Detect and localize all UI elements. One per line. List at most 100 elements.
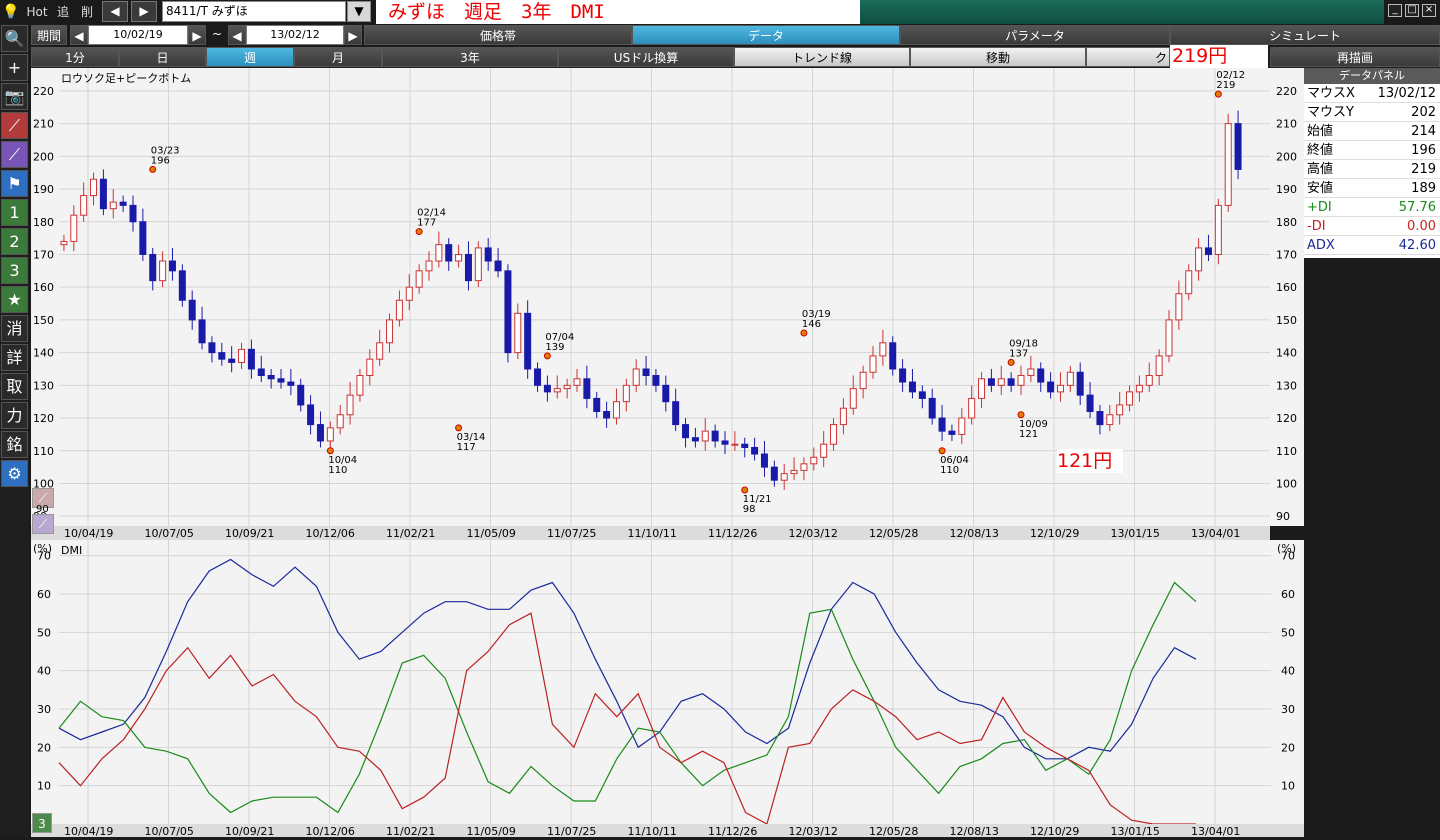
- timeframe-weekly[interactable]: 週: [206, 47, 294, 67]
- candle-body: [395, 299, 403, 321]
- dmi-y-tick-right: 10: [1281, 780, 1295, 793]
- preset-3-button[interactable]: 3: [1, 257, 28, 284]
- close-icon[interactable]: ×: [1422, 4, 1436, 17]
- maximize-icon[interactable]: □: [1405, 4, 1419, 17]
- peak-price-label: 110: [940, 465, 959, 476]
- data-panel-row: 終値 196: [1304, 141, 1440, 160]
- lightbulb-icon[interactable]: 💡: [2, 2, 20, 22]
- minimize-icon[interactable]: _: [1388, 4, 1402, 17]
- range-3y[interactable]: 3年: [382, 47, 558, 67]
- candle-body: [514, 312, 522, 354]
- redraw-button[interactable]: 再描画: [1270, 47, 1440, 67]
- hot-button[interactable]: Hot: [24, 2, 50, 22]
- candle-body: [751, 446, 759, 455]
- move-button[interactable]: 移動: [910, 47, 1086, 67]
- data-panel-value: 13/02/12: [1377, 86, 1436, 101]
- dmi-series-minus-di: [58, 612, 1196, 824]
- camera-icon[interactable]: 📷: [1, 83, 28, 110]
- candle-body: [1155, 355, 1163, 377]
- preset-1-button[interactable]: 1: [1, 199, 28, 226]
- dmi-x-tick: 11/10/11: [628, 825, 677, 837]
- timeframe-1min[interactable]: 1分: [31, 47, 119, 67]
- candle-body: [849, 388, 857, 409]
- dmi-series-adx: [58, 558, 1197, 760]
- chart-line-alt-icon[interactable]: ⟋: [1, 141, 28, 168]
- detail-button[interactable]: 詳: [1, 344, 28, 371]
- price-y-tick-right: 190: [1276, 183, 1297, 196]
- tab-price-band[interactable]: 価格帯: [364, 25, 632, 45]
- tab-data[interactable]: データ: [632, 25, 900, 45]
- symbol-dropdown-icon[interactable]: ▼: [347, 1, 371, 22]
- price-x-tick: 11/07/25: [547, 527, 596, 540]
- clear-button[interactable]: ク: [1086, 47, 1170, 67]
- date-to-field[interactable]: 13/02/12: [246, 25, 344, 45]
- preset-2-button[interactable]: 2: [1, 228, 28, 255]
- search-icon[interactable]: 🔍: [1, 25, 28, 52]
- dmi-badge[interactable]: 3: [32, 813, 52, 833]
- date-from-next-icon[interactable]: ▶: [188, 25, 206, 45]
- price-x-axis: 10/04/19 10/07/05 10/09/21 10/12/06 11/02/21…: [31, 526, 1270, 540]
- favorite-star-icon[interactable]: ★: [1, 286, 28, 313]
- price-x-tick: 10/04/19: [64, 527, 113, 540]
- candle-body: [168, 260, 176, 272]
- peak-marker: [938, 447, 946, 455]
- settings-gear-icon[interactable]: ⚙: [1, 460, 28, 487]
- data-panel-value: 189: [1411, 181, 1436, 196]
- zoom-plus-icon[interactable]: +: [1, 54, 28, 81]
- dmi-chart-panel[interactable]: 70 70 60 60 50 50 40 40 30 30 20 20 10 10 DMI (%) (%): [31, 540, 1304, 824]
- date-from-prev-icon[interactable]: ◀: [70, 25, 88, 45]
- date-from-field[interactable]: 10/02/19: [88, 25, 188, 45]
- date-to-prev-icon[interactable]: ◀: [228, 25, 246, 45]
- erase-button[interactable]: 消: [1, 315, 28, 342]
- price-y-tick-right: 160: [1276, 281, 1297, 294]
- timeframe-daily[interactable]: 日: [119, 47, 206, 67]
- dmi-x-tick: 11/02/21: [386, 825, 435, 837]
- price-y-tick-right: 110: [1276, 445, 1297, 458]
- usd-convert-button[interactable]: USドル換算: [558, 47, 734, 67]
- chart-line-icon[interactable]: ⟋: [1, 112, 28, 139]
- candle-body: [504, 270, 512, 354]
- candle-body: [60, 240, 68, 246]
- candle-body: [316, 424, 324, 442]
- next-arrow-icon[interactable]: ▶: [131, 1, 157, 22]
- input-button[interactable]: 力: [1, 402, 28, 429]
- add-button[interactable]: 追: [52, 2, 74, 22]
- data-panel-value: 202: [1411, 105, 1436, 120]
- candle-body: [1096, 411, 1104, 426]
- candle-body: [119, 201, 127, 206]
- dmi-y-tick-right: 60: [1281, 588, 1295, 601]
- candle-body: [1106, 414, 1114, 426]
- symbol-input[interactable]: 8411/T みずほ: [162, 1, 346, 22]
- candle-body: [563, 384, 571, 390]
- timeframe-monthly[interactable]: 月: [294, 47, 382, 67]
- candle-body: [978, 378, 986, 399]
- candle-body: [139, 221, 147, 255]
- dmi-x-tick: 10/09/21: [225, 825, 274, 837]
- flag-icon[interactable]: ⚑: [1, 170, 28, 197]
- period-label: 期間: [31, 25, 67, 45]
- prev-arrow-icon[interactable]: ◀: [102, 1, 128, 22]
- candle-body: [129, 204, 137, 223]
- peak-marker: [543, 352, 551, 360]
- peak-price-label: 196: [151, 155, 170, 166]
- candle-body: [70, 214, 78, 242]
- tab-parameters[interactable]: パラメータ: [900, 25, 1170, 45]
- left-toolbar: 🔍 + 📷 ⟋ ⟋ ⚑ 1 2 3 ★ 消詳取力銘 ⚙: [0, 24, 29, 837]
- date-to-next-icon[interactable]: ▶: [344, 25, 362, 45]
- dmi-chart-title: DMI: [61, 544, 83, 557]
- price-x-tick: 12/05/28: [869, 527, 918, 540]
- delete-button[interactable]: 削: [76, 2, 98, 22]
- price-chart-panel[interactable]: 2202102001901801701601501401301201101009…: [31, 68, 1270, 526]
- tab-simulate[interactable]: シミュレート: [1170, 25, 1440, 45]
- small-chart-icon-2[interactable]: ⟋: [32, 514, 54, 534]
- stock-list-button[interactable]: 銘: [1, 431, 28, 458]
- candle-body: [1135, 384, 1143, 393]
- data-panel-row: マウスX 13/02/12: [1304, 84, 1440, 103]
- price-y-tick: 210: [33, 118, 54, 131]
- trendline-button[interactable]: トレンド線: [734, 47, 910, 67]
- fetch-button[interactable]: 取: [1, 373, 28, 400]
- candle-body: [731, 443, 739, 446]
- candle-body: [701, 430, 709, 442]
- candle-body: [99, 178, 107, 210]
- candle-body: [682, 424, 690, 439]
